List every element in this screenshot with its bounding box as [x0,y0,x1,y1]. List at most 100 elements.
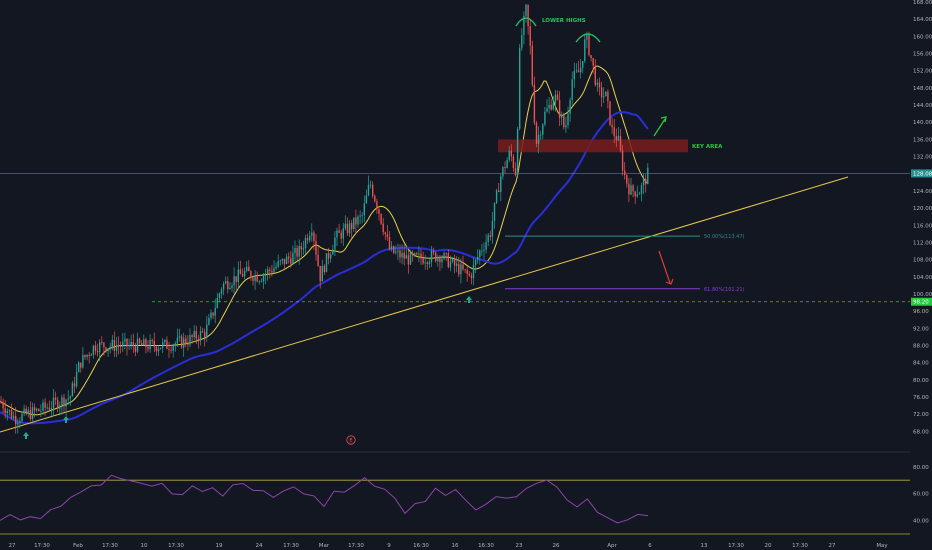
candle-body [197,338,200,341]
candle-body [388,237,391,250]
price-tick-label: 136.00 [913,137,932,143]
x-tick-label: 20 [765,543,772,549]
candle-body [120,346,122,347]
x-tick-label: Feb [73,543,83,549]
candle-body [529,26,531,46]
candle-body [269,269,271,271]
candle-body [567,113,569,126]
candle-body [399,250,401,258]
candle-body [645,178,647,185]
candle-body [470,275,473,279]
candle-body [588,33,590,56]
candle[interactable] [325,253,328,273]
candle-body [355,217,357,225]
candle-body [275,266,277,269]
candle-body [561,115,563,118]
candle-body [334,237,336,250]
candle-body [128,344,130,347]
candle-body [103,342,105,348]
candle-body [353,217,355,229]
price-tick-label: 124.00 [913,189,932,195]
candle-body [441,258,443,263]
current-price-label: 128.08 [913,171,932,177]
candle-body [521,34,523,49]
candle-body [380,213,382,224]
price-tick-label: 100.00 [913,292,932,298]
candle[interactable] [563,112,565,130]
candle-body [290,258,292,264]
candle-body [94,345,97,351]
candle-body [390,246,393,250]
candle-body [569,99,571,114]
candle-body [57,399,59,409]
candle-body [533,84,536,123]
x-tick-label: 27 [9,543,16,549]
x-tick-label: 17:30 [283,543,299,549]
candle-body [42,402,44,411]
candle-body [212,312,214,316]
candle-body [573,70,575,80]
key-area-zone[interactable] [498,139,688,153]
candle-body [252,277,254,281]
candle[interactable] [180,334,183,349]
candle[interactable] [516,126,519,178]
candle-body [225,281,227,284]
candle-body [325,253,328,273]
candle-body [552,102,554,110]
candle-body [267,269,269,274]
candle-body [395,251,397,253]
candle-body [323,265,326,273]
candle-body [10,409,13,419]
candle-body [630,185,632,195]
candle[interactable] [78,361,80,373]
x-tick-label: 13 [701,543,708,549]
candle-body [298,245,300,257]
chart-background [0,0,932,550]
candle-body [542,124,544,135]
x-tick-label: 16 [452,543,459,549]
price-tick-label: 160.00 [913,34,932,40]
candle-body [582,61,584,68]
candle-body [4,408,6,414]
candle-body [512,156,515,169]
candle[interactable] [588,31,590,57]
price-tick-label: 88.00 [913,344,929,350]
candle[interactable] [495,188,498,205]
candle[interactable] [380,213,382,226]
candle-body [130,342,132,345]
candle[interactable] [531,40,533,87]
candle-body [340,232,342,239]
candle-body [477,256,479,260]
candle-body [2,402,4,409]
rsi-tick-label: 40.00 [913,519,929,525]
candle-body [250,271,252,278]
x-tick-label: 23 [516,543,523,549]
candle-body [634,191,636,197]
candle-body [447,253,449,268]
candle-body [0,401,2,403]
candle-body [498,190,500,192]
candle[interactable] [605,91,607,97]
candle-body [241,274,244,277]
candle[interactable] [519,44,521,131]
candle-body [361,215,363,216]
candle-body [579,67,582,73]
candle[interactable] [609,101,611,127]
price-tick-label: 164.00 [913,17,932,23]
candle-body [59,405,61,409]
candle-body [504,167,506,169]
trading-chart[interactable]: KEY AREA 50.00%(113.47) 61.80%(101.21) LOWE… [0,0,932,550]
candle[interactable] [535,120,538,148]
candle-body [21,413,23,422]
candle-body [336,230,338,238]
candle-body [338,230,340,233]
candle-body [474,259,477,265]
candle-body [109,346,111,349]
candle-body [384,232,386,235]
candle[interactable] [393,245,395,255]
candle-body [222,283,225,290]
price-tick-label: 144.00 [913,103,932,109]
candle-body [514,168,517,176]
candle[interactable] [435,251,437,263]
candle-body [432,251,435,253]
